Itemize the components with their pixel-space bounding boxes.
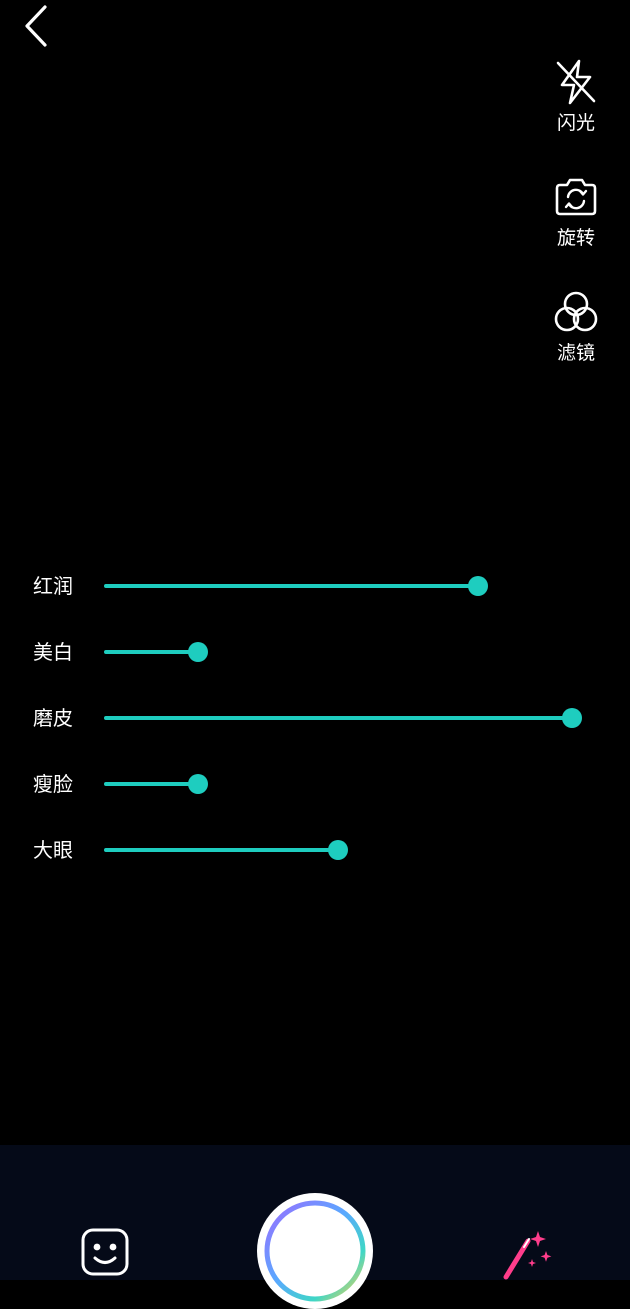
slider-fill	[104, 782, 198, 786]
filter-label: 滤镜	[556, 342, 595, 364]
rotate-camera-button[interactable]: 旋转	[546, 173, 606, 283]
chevron-left-icon	[25, 5, 47, 47]
sticker-button[interactable]	[80, 1227, 130, 1277]
filter-circles-icon	[552, 288, 600, 336]
slider-label: 美白	[33, 640, 73, 664]
rotate-label: 旋转	[556, 227, 595, 249]
slider-track[interactable]	[104, 774, 572, 794]
slider-track[interactable]	[104, 708, 582, 728]
back-button[interactable]	[14, 4, 58, 48]
shutter-ring-icon	[264, 1200, 366, 1302]
face-sticker-icon	[81, 1228, 129, 1276]
slider-row-smooth: 磨皮	[0, 692, 630, 758]
beauty-sliders: 红润 美白 磨皮 瘦脸 大眼	[0, 560, 630, 890]
slider-fill	[104, 848, 338, 852]
slider-row-slim-face: 瘦脸	[0, 758, 630, 824]
camera-toolbar: 闪光 旋转 滤镜	[546, 58, 606, 403]
magic-wand-icon	[503, 1231, 552, 1280]
slider-fill	[104, 650, 198, 654]
flash-label: 闪光	[556, 112, 595, 134]
slider-thumb[interactable]	[328, 840, 348, 860]
flash-off-icon	[552, 58, 600, 106]
slider-thumb[interactable]	[468, 576, 489, 596]
slider-label: 瘦脸	[33, 772, 73, 796]
filter-button[interactable]: 滤镜	[546, 288, 606, 398]
slider-fill	[104, 716, 572, 720]
shutter-button[interactable]	[257, 1193, 373, 1309]
flash-button[interactable]: 闪光	[546, 58, 606, 168]
slider-track[interactable]	[104, 576, 572, 596]
slider-label: 磨皮	[33, 706, 73, 730]
slider-label: 大眼	[33, 838, 73, 862]
slider-track[interactable]	[104, 840, 572, 860]
slider-row-whiten: 美白	[0, 626, 630, 692]
slider-thumb[interactable]	[187, 642, 208, 662]
slider-track[interactable]	[104, 642, 572, 662]
slider-row-big-eyes: 大眼	[0, 824, 630, 890]
slider-thumb[interactable]	[187, 774, 208, 794]
slider-row-ruddy: 红润	[0, 560, 630, 626]
bottom-bar	[0, 1145, 630, 1309]
slider-label: 红润	[33, 574, 73, 598]
camera-rotate-icon	[552, 173, 600, 221]
slider-fill	[104, 584, 479, 588]
beauty-button[interactable]	[498, 1227, 554, 1283]
slider-thumb[interactable]	[562, 708, 582, 728]
